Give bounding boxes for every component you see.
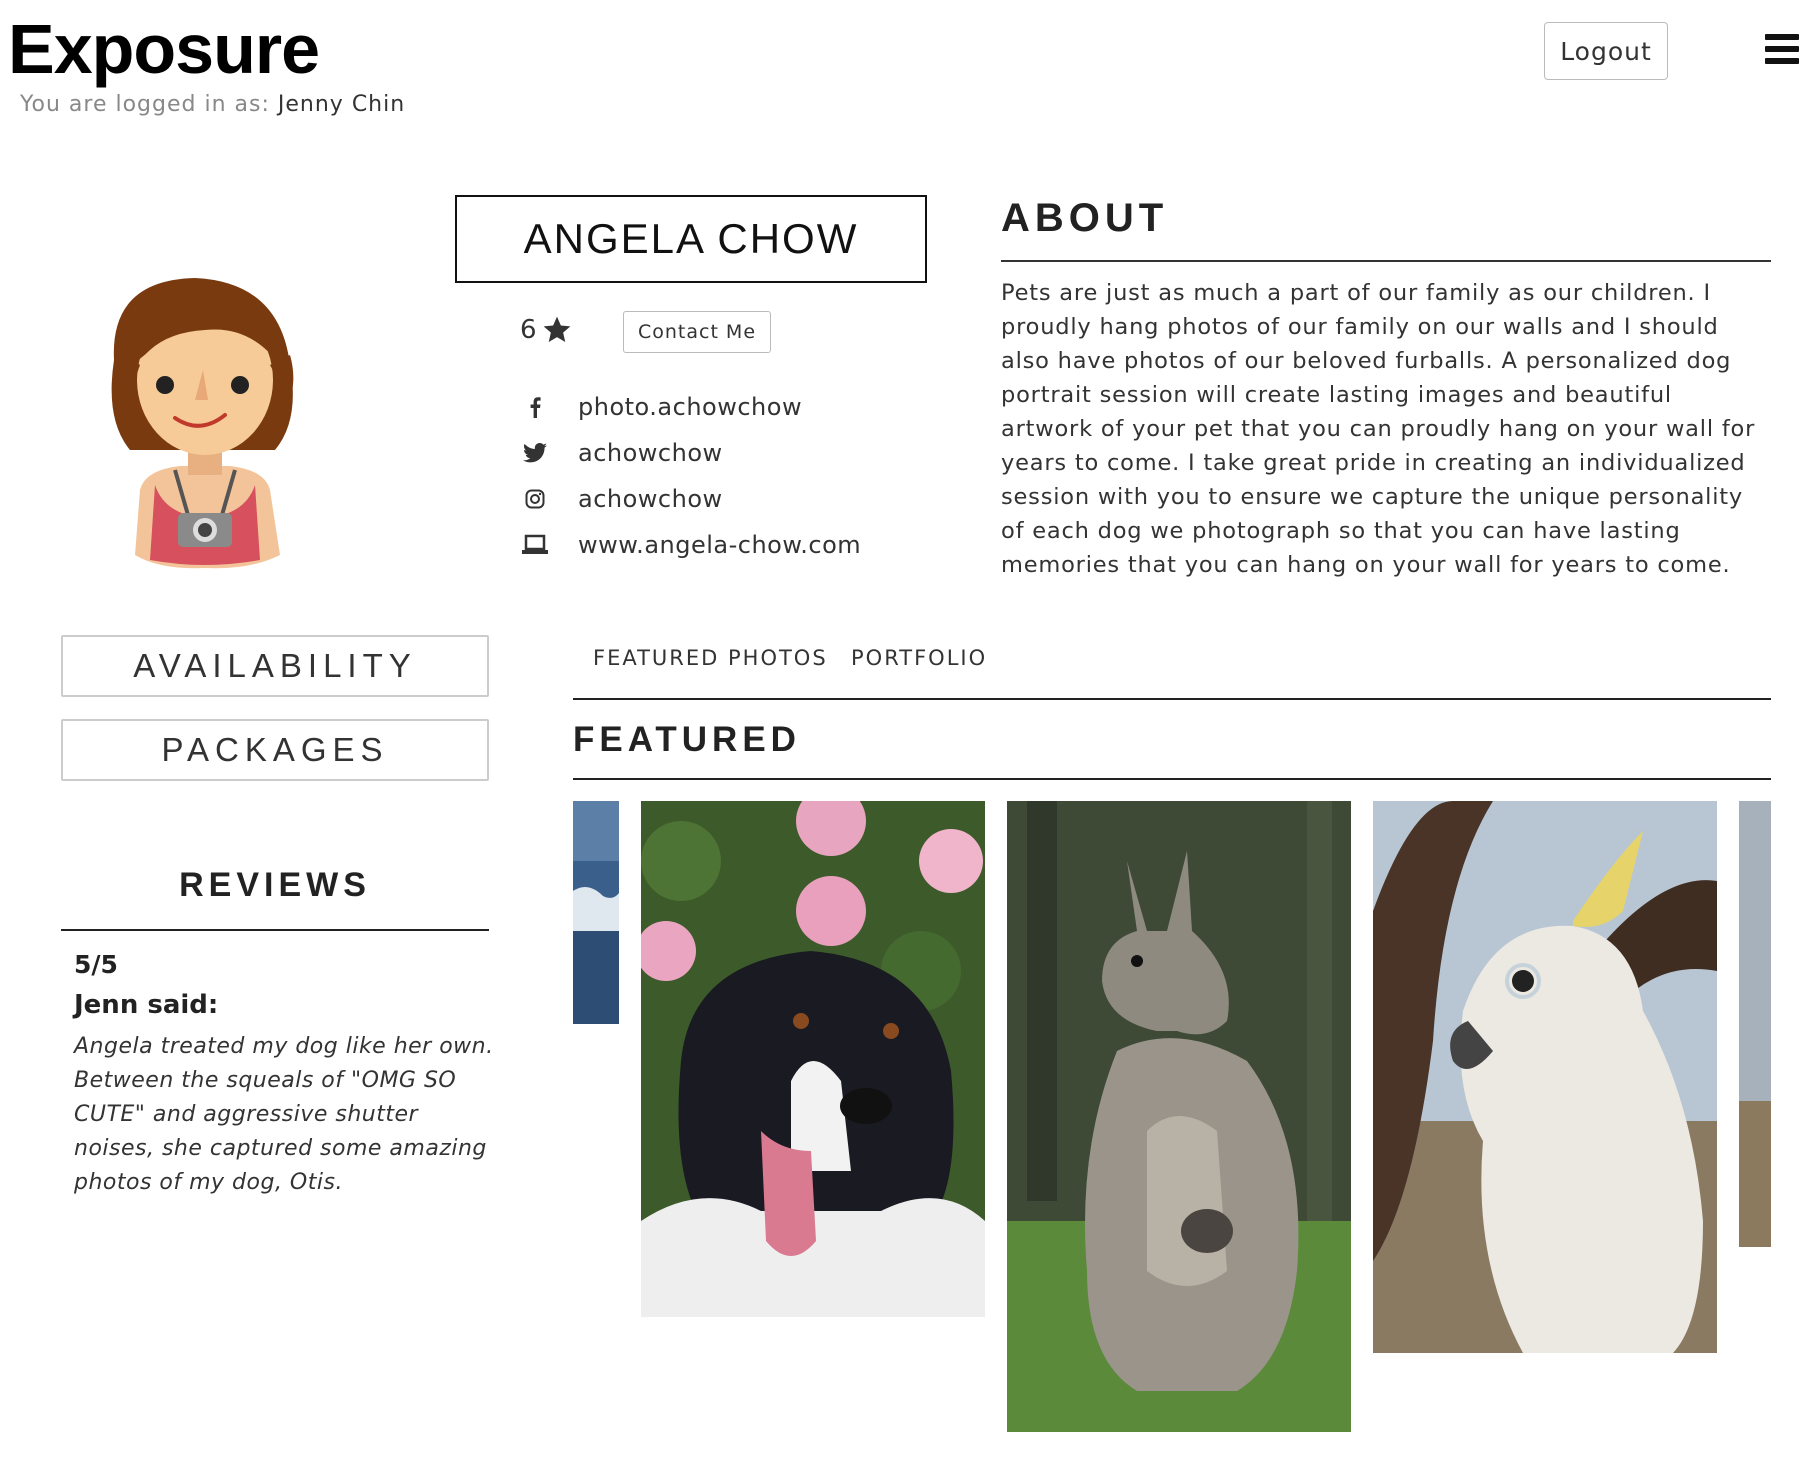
review-text: Angela treated my dog like her own. Betw… (74, 1034, 494, 1195)
logo[interactable]: Exposure (8, 14, 320, 84)
cockatoo-photo[interactable] (1373, 801, 1717, 1353)
review-author: Jenn said: (74, 990, 219, 1020)
tab-portfolio[interactable]: PORTFOLIO (851, 646, 987, 670)
photographer-name: ANGELA CHOW (455, 195, 927, 283)
about-title: ABOUT (1001, 196, 1169, 240)
social-text: photo.achowchow (578, 393, 803, 421)
facebook-icon (520, 392, 550, 422)
username: Jenny Chin (277, 92, 406, 117)
divider (573, 778, 1771, 780)
availability-button[interactable]: AVAILABILITY (61, 635, 489, 697)
login-status: You are logged in as: Jenny Chin (20, 92, 405, 117)
social-website[interactable]: www.angela-chow.com (520, 525, 880, 565)
kangaroo-photo[interactable] (1007, 801, 1351, 1432)
review-score: 5/5 (74, 950, 118, 979)
ocean-photo[interactable] (573, 801, 619, 1024)
tab-featured-photos[interactable]: FEATURED PHOTOS (593, 646, 828, 670)
featured-title: FEATURED (573, 720, 801, 759)
social-text: achowchow (578, 439, 723, 467)
twitter-icon (520, 438, 550, 468)
divider (1001, 260, 1771, 262)
social-facebook[interactable]: photo.achowchow (520, 387, 880, 427)
social-twitter[interactable]: achowchow (520, 433, 880, 473)
divider (573, 698, 1771, 700)
rating: 6 (520, 314, 573, 346)
dog-photo[interactable] (641, 801, 985, 1317)
rating-value: 6 (520, 315, 537, 345)
instagram-icon (520, 484, 550, 514)
logout-button[interactable]: Logout (1544, 22, 1668, 80)
social-text: achowchow (578, 485, 723, 513)
social-text: www.angela-chow.com (578, 531, 862, 559)
partial-photo[interactable] (1739, 801, 1771, 1247)
packages-button[interactable]: PACKAGES (61, 719, 489, 781)
login-prefix: You are logged in as: (20, 92, 270, 117)
social-instagram[interactable]: achowchow (520, 479, 880, 519)
star-icon (543, 316, 570, 342)
avatar (100, 270, 315, 570)
about-text: Pets are just as much a part of our fami… (1001, 280, 1756, 578)
laptop-icon (520, 530, 550, 560)
contact-me-button[interactable]: Contact Me (623, 311, 771, 353)
divider (61, 929, 489, 931)
reviews-title: REVIEWS (179, 866, 371, 904)
hamburger-menu-icon[interactable] (1765, 34, 1799, 66)
